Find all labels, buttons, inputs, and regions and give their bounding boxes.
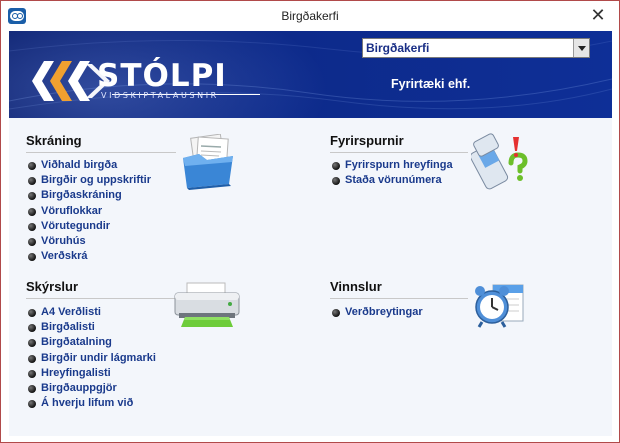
module-select[interactable]: Birgðakerfi <box>362 38 590 58</box>
menu-list: Verðbreytingar <box>332 305 423 320</box>
logo-tagline: VIÐSKIPTALAUSNIR <box>101 91 219 100</box>
bullet-icon <box>28 309 36 317</box>
bullet-icon <box>332 309 340 317</box>
bullet-icon <box>28 369 36 378</box>
phone-question-icon <box>471 133 528 190</box>
close-button[interactable]: ✕ <box>589 5 607 25</box>
bullet-icon <box>28 253 36 262</box>
bullet-icon <box>28 339 36 348</box>
menu-item-birgdir-undir-lagmarki[interactable]: Birgðir undir lágmarki <box>28 351 156 366</box>
menu-item-hreyfingalisti[interactable]: Hreyfingalisti <box>28 366 156 381</box>
bullet-icon <box>28 354 36 363</box>
folder-documents-icon <box>183 134 233 190</box>
bullet-icon <box>28 207 36 216</box>
bullet-icon <box>28 400 36 409</box>
bullet-icon <box>28 324 36 333</box>
bullet-icon <box>332 162 340 170</box>
menu-item-a-hverju-lifum-vid[interactable]: Á hverju lifum við <box>28 396 156 411</box>
header-banner: STÓLPI VIÐSKIPTALAUSNIR Birgðakerfi Fyri… <box>9 31 612 118</box>
app-window: Birgðakerfi ✕ STÓLPI VIÐSKIPTALAUSNIR Bi… <box>0 0 620 443</box>
bullet-icon <box>28 237 36 246</box>
menu-item-stada-vorunumera[interactable]: Staða vörunúmera <box>332 173 453 188</box>
bullet-icon <box>28 177 36 186</box>
menu-item-verdskra[interactable]: Verðskrá <box>28 249 151 264</box>
menu-item-fyrirspurn-hreyfinga[interactable]: Fyrirspurn hreyfinga <box>332 158 453 173</box>
bullet-icon <box>28 222 36 231</box>
main-content: Skráning Viðhald birgða Birgðir og uppsk… <box>9 118 612 436</box>
section-divider <box>330 152 468 153</box>
menu-item-vidhald-birgda[interactable]: Viðhald birgða <box>28 158 151 173</box>
menu-item-birgdauppgjor[interactable]: Birgðauppgjör <box>28 381 156 396</box>
title-bar: Birgðakerfi ✕ <box>1 1 619 31</box>
menu-item-birgdir-og-uppskriftir[interactable]: Birgðir og uppskriftir <box>28 173 151 188</box>
alarm-clock-calendar-icon <box>475 284 524 328</box>
menu-item-birgdatalning[interactable]: Birgðatalning <box>28 335 156 350</box>
section-title: Skýrslur <box>26 279 79 294</box>
bullet-icon <box>28 192 36 201</box>
logo-wordmark: STÓLPI <box>97 58 227 94</box>
bullet-icon <box>28 384 36 393</box>
menu-item-voruhus[interactable]: Vöruhús <box>28 234 151 249</box>
chevron-down-icon[interactable] <box>573 39 589 57</box>
menu-item-vorutegundir[interactable]: Vörutegundir <box>28 219 151 234</box>
menu-list: Fyrirspurn hreyfinga Staða vörunúmera <box>332 158 453 188</box>
bullet-icon <box>28 162 36 170</box>
section-title: Skráning <box>26 133 82 148</box>
section-title: Fyrirspurnir <box>330 133 404 148</box>
printer-icon <box>174 282 240 327</box>
section-divider <box>26 152 176 153</box>
section-divider <box>330 298 468 299</box>
section-divider <box>26 298 178 299</box>
menu-list: A4 Verðlisti Birgðalisti Birgðatalning B… <box>28 305 156 411</box>
menu-item-birgdaskraning[interactable]: Birgðaskráning <box>28 188 151 203</box>
company-name: Fyrirtæki ehf. <box>391 77 471 91</box>
section-title: Vinnslur <box>330 279 382 294</box>
menu-item-voruflokkar[interactable]: Vöruflokkar <box>28 204 151 219</box>
menu-list: Viðhald birgða Birgðir og uppskriftir Bi… <box>28 158 151 264</box>
module-select-value: Birgðakerfi <box>366 41 430 55</box>
menu-item-verdbreytingar[interactable]: Verðbreytingar <box>332 305 423 320</box>
window-title: Birgðakerfi <box>281 9 339 23</box>
bullet-icon <box>332 177 340 186</box>
menu-item-birgdalisti[interactable]: Birgðalisti <box>28 320 156 335</box>
menu-item-a4-verdlisti[interactable]: A4 Verðlisti <box>28 305 156 320</box>
